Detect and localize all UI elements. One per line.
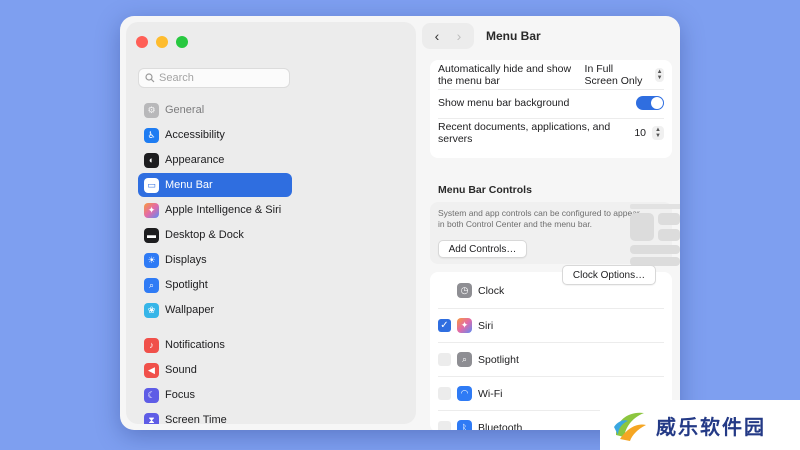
recent-items-value: 10 <box>634 127 646 139</box>
watermark-logo-icon <box>614 412 646 441</box>
sidebar-item-screen-time[interactable]: ⧗ Screen Time <box>138 408 292 424</box>
spotlight-checkbox[interactable] <box>438 353 451 366</box>
autohide-row: Automatically hide and show the menu bar… <box>438 63 664 87</box>
sidebar-item-label: Apple Intelligence & Siri <box>165 204 282 216</box>
sidebar-item-label: Spotlight <box>165 279 208 291</box>
sidebar-item-general[interactable]: ⚙ General <box>138 98 292 122</box>
sidebar-item-label: Accessibility <box>165 129 225 141</box>
displays-icon: ☀ <box>144 252 159 268</box>
autohide-value: In Full Screen Only <box>584 63 643 87</box>
zoom-window-button[interactable] <box>176 36 188 48</box>
control-row-siri: ✓ ✦ Siri <box>438 309 668 342</box>
wifi-checkbox[interactable] <box>438 387 451 400</box>
bluetooth-checkbox[interactable] <box>438 421 451 430</box>
clock-options-button[interactable]: Clock Options… <box>562 265 656 285</box>
sidebar-item-notifications[interactable]: ♪ Notifications <box>138 333 292 357</box>
control-label: Bluetooth <box>478 421 523 431</box>
sidebar-item-label: Screen Time <box>165 414 227 424</box>
notifications-icon: ♪ <box>144 337 159 353</box>
accessibility-icon: ♿ <box>144 127 159 143</box>
focus-icon: ☾ <box>144 387 159 403</box>
siri-icon: ✦ <box>144 202 159 218</box>
sidebar: Search ⚙ General ♿ Accessibility ◐ Appea… <box>126 22 416 424</box>
watermark: 威乐软件园 <box>600 400 800 450</box>
forward-button[interactable]: › <box>448 28 470 44</box>
divider <box>438 89 664 90</box>
updown-chevron-icon: ▲ ▼ <box>652 126 664 140</box>
autohide-label: Automatically hide and show the menu bar <box>438 63 572 87</box>
siri-checkbox[interactable]: ✓ <box>438 319 451 332</box>
sidebar-item-wallpaper[interactable]: ❀ Wallpaper <box>138 298 292 322</box>
back-button[interactable]: ‹ <box>426 28 448 44</box>
window-controls <box>136 36 188 48</box>
sidebar-item-label: Menu Bar <box>165 179 213 191</box>
control-label: Siri <box>478 319 494 332</box>
sidebar-item-accessibility[interactable]: ♿ Accessibility <box>138 123 292 147</box>
sidebar-item-label: Sound <box>165 364 197 376</box>
wallpaper-icon: ❀ <box>144 302 159 318</box>
close-window-button[interactable] <box>136 36 148 48</box>
spotlight-icon: ⌕ <box>144 277 159 293</box>
checkbox-placeholder <box>438 284 451 297</box>
menu-bar-background-toggle[interactable] <box>636 96 664 110</box>
sidebar-item-label: General <box>165 104 205 116</box>
sound-icon: ◀ <box>144 362 159 378</box>
recent-items-popup[interactable]: 10 ▲ ▼ <box>634 126 664 140</box>
clock-icon: ◷ <box>457 283 472 298</box>
menu-bar-settings-group: Automatically hide and show the menu bar… <box>430 60 672 158</box>
sidebar-item-spotlight[interactable]: ⌕ Spotlight <box>138 273 292 297</box>
search-placeholder: Search <box>159 72 194 84</box>
siri-icon: ✦ <box>457 318 472 333</box>
control-label: Spotlight <box>478 353 519 366</box>
bluetooth-icon: ᛒ <box>457 420 472 430</box>
minimize-window-button[interactable] <box>156 36 168 48</box>
control-label: Wi-Fi <box>478 387 503 400</box>
control-label: Clock <box>478 284 505 297</box>
add-controls-button[interactable]: Add Controls… <box>438 240 527 258</box>
screen-time-icon: ⧗ <box>144 412 159 424</box>
divider <box>438 118 664 119</box>
main-pane: ‹ › Menu Bar Automatically hide and show… <box>420 16 680 430</box>
watermark-text: 威乐软件园 <box>656 414 766 439</box>
sidebar-item-label: Wallpaper <box>165 304 215 316</box>
sidebar-item-label: Desktop & Dock <box>165 229 244 241</box>
updown-chevron-icon: ▲ ▼ <box>655 68 664 82</box>
gear-icon: ⚙ <box>144 102 159 118</box>
sidebar-item-label: Appearance <box>165 154 225 166</box>
navigation-buttons: ‹ › <box>422 23 474 49</box>
sidebar-item-label: Focus <box>165 389 195 401</box>
appearance-icon: ◐ <box>144 152 159 168</box>
recent-items-label: Recent documents, applications, and serv… <box>438 121 611 145</box>
autohide-popup[interactable]: In Full Screen Only ▲ ▼ <box>585 63 664 87</box>
sidebar-item-label: Displays <box>165 254 207 266</box>
background-row: Show menu bar background <box>438 92 664 114</box>
search-icon <box>145 73 155 83</box>
sidebar-item-appearance[interactable]: ◐ Appearance <box>138 148 292 172</box>
recent-items-row: Recent documents, applications, and serv… <box>438 121 664 145</box>
sidebar-item-apple-intelligence[interactable]: ✦ Apple Intelligence & Siri <box>138 198 292 222</box>
control-row-spotlight: ⌕ Spotlight <box>438 343 668 376</box>
sidebar-item-desktop-dock[interactable]: ▬ Desktop & Dock <box>138 223 292 247</box>
search-input[interactable]: Search <box>138 68 290 88</box>
spotlight-icon: ⌕ <box>457 352 472 367</box>
sidebar-item-label: Notifications <box>165 339 225 351</box>
sidebar-item-sound[interactable]: ◀ Sound <box>138 358 292 382</box>
menubar-icon: ▭ <box>144 177 159 193</box>
section-title-menu-bar-controls: Menu Bar Controls <box>438 184 532 196</box>
controls-description: System and app controls can be configure… <box>438 208 640 229</box>
settings-window: Search ⚙ General ♿ Accessibility ◐ Appea… <box>120 16 680 430</box>
page-title: Menu Bar <box>486 29 541 43</box>
background-label: Show menu bar background <box>438 97 570 109</box>
toolbar: ‹ › Menu Bar <box>420 16 680 56</box>
dock-icon: ▬ <box>144 227 159 243</box>
sidebar-item-focus[interactable]: ☾ Focus <box>138 383 292 407</box>
wifi-icon: ◠ <box>457 386 472 401</box>
sidebar-item-menu-bar[interactable]: ▭ Menu Bar <box>138 173 292 197</box>
sidebar-item-displays[interactable]: ☀ Displays <box>138 248 292 272</box>
control-center-preview-image <box>630 204 680 268</box>
